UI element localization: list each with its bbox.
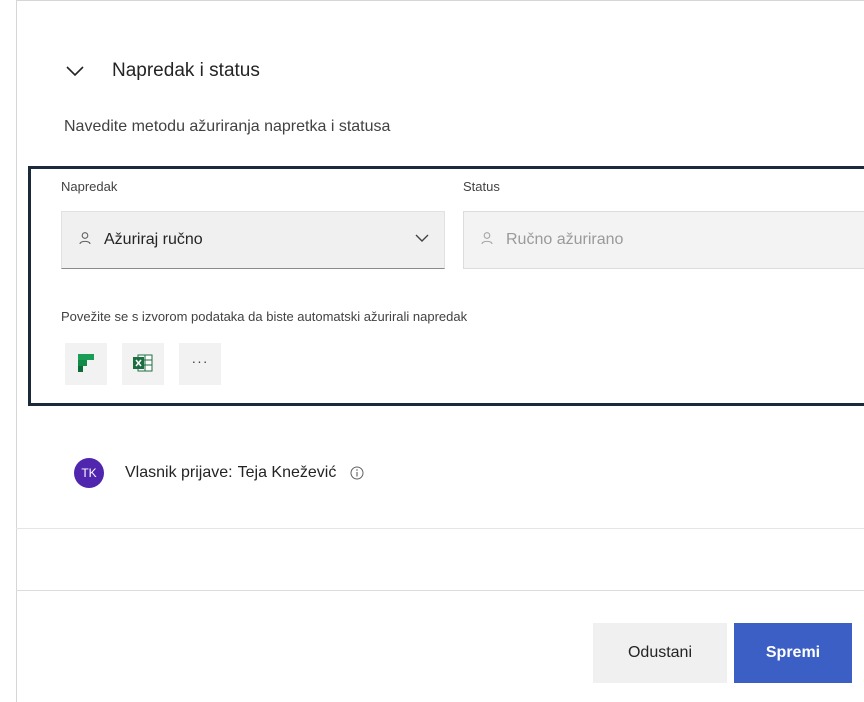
cancel-button[interactable]: Odustani xyxy=(593,623,727,683)
chevron-down-icon[interactable] xyxy=(64,60,86,82)
section-title: Napredak i status xyxy=(112,60,260,81)
person-icon xyxy=(78,231,92,250)
more-icon: ··· xyxy=(191,353,209,369)
footer-divider xyxy=(16,590,864,591)
owner-name: Teja Knežević xyxy=(237,464,337,481)
progress-config-box: Napredak Status Ažuriraj ručno Ručno ažu… xyxy=(28,166,864,406)
progress-selected-value: Ažuriraj ručno xyxy=(104,231,203,248)
save-button[interactable]: Spremi xyxy=(734,623,852,683)
planner-source-button[interactable] xyxy=(65,343,107,385)
status-placeholder: Ručno ažurirano xyxy=(506,231,624,248)
progress-dropdown[interactable]: Ažuriraj ručno xyxy=(61,211,445,269)
chevron-down-icon xyxy=(414,230,430,251)
data-source-prompt: Povežite se s izvorom podataka da biste … xyxy=(61,309,468,324)
owner-row: TK Vlasnik prijave: Teja Knežević xyxy=(74,458,364,488)
avatar: TK xyxy=(74,458,104,488)
status-field: Ručno ažurirano xyxy=(463,211,864,269)
section-header-progress-status[interactable]: Napredak i status xyxy=(64,56,260,86)
status-label: Status xyxy=(463,179,500,194)
more-sources-button[interactable]: ··· xyxy=(179,343,221,385)
info-icon[interactable] xyxy=(350,466,364,480)
section-description: Navedite metodu ažuriranja napretka i st… xyxy=(64,118,391,135)
excel-source-button[interactable] xyxy=(122,343,164,385)
person-icon xyxy=(480,231,494,250)
excel-icon xyxy=(133,354,153,375)
progress-label: Napredak xyxy=(61,179,118,194)
planner-icon xyxy=(78,353,94,375)
divider xyxy=(16,528,864,529)
owner-label: Vlasnik prijave: xyxy=(125,464,233,481)
